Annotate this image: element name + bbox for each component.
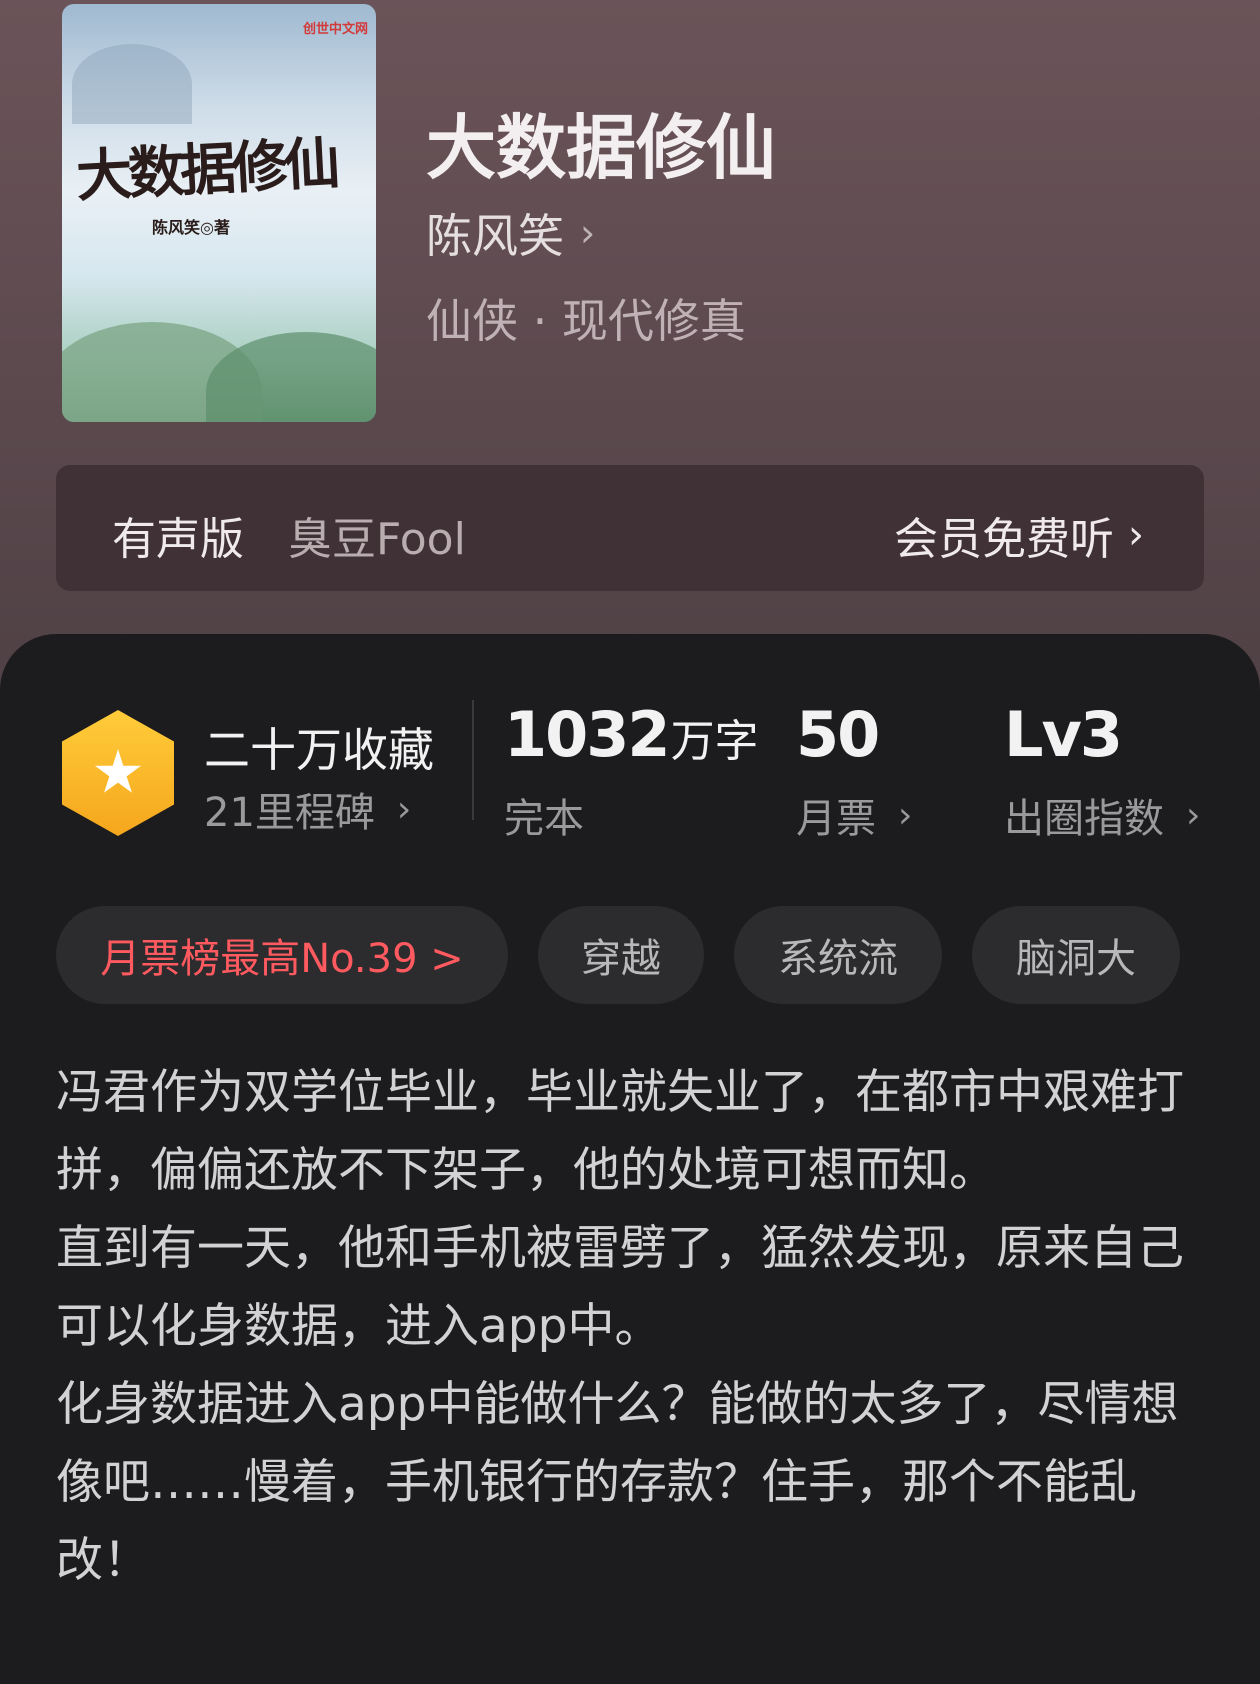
popularity-index-link[interactable]: 出圈指数 › [1004, 786, 1200, 844]
popularity-index-label: 出圈指数 [1004, 796, 1164, 842]
milestone-link[interactable]: 21里程碑 › [204, 780, 411, 838]
milestone-label: 21里程碑 [204, 790, 375, 836]
chevron-right-icon: › [1186, 794, 1201, 836]
popularity-level: Lv3 [1004, 698, 1123, 771]
tag-time-travel[interactable]: 穿越 [538, 906, 704, 1004]
collection-count: 二十万收藏 [204, 723, 434, 777]
monthly-votes-value: 50 [796, 698, 880, 771]
synopsis-paragraph: 化身数据进入app中能做什么？能做的太多了，尽情想像吧……慢着，手机银行的存款？… [56, 1377, 1179, 1588]
popularity-level-value: Lv3 [1004, 698, 1123, 771]
free-listen-label: 会员免费听 [894, 514, 1114, 565]
monthly-votes-label: 月票 [796, 796, 876, 842]
cover-publisher-logo: 创世中文网 [302, 22, 368, 37]
chevron-right-icon: › [580, 211, 596, 255]
tag-imaginative[interactable]: 脑洞大 [972, 906, 1180, 1004]
book-synopsis[interactable]: 冯君作为双学位毕业，毕业就失业了，在都市中艰难打拼，偏偏还放不下架子，他的处境可… [56, 1054, 1216, 1600]
audio-narrator: 臭豆Fool [288, 514, 466, 565]
monthly-votes: 50 [796, 698, 880, 771]
hexagon-badge-icon [62, 710, 174, 836]
book-genre: 仙侠 · 现代修真 [426, 294, 746, 348]
chevron-right-icon: › [1128, 512, 1144, 558]
monthly-votes-link[interactable]: 月票 › [796, 786, 912, 844]
milestone-badge[interactable] [62, 710, 174, 836]
book-cover[interactable]: 创世中文网 大数据修仙 陈风笑◎著 [62, 4, 376, 422]
star-icon [94, 749, 142, 793]
free-listen-link[interactable]: 会员免费听 › [894, 503, 1144, 567]
author-link[interactable]: 陈风笑 › [426, 200, 595, 266]
cover-title: 大数据修仙 [74, 130, 338, 210]
detail-panel: 二十万收藏 21里程碑 › 1032万字 完本 50 月票 › Lv3 出圈指数… [0, 634, 1260, 1684]
book-title: 大数据修仙 [426, 107, 776, 189]
chevron-right-icon: › [396, 788, 412, 830]
word-count-unit: 万字 [670, 716, 759, 767]
completion-status: 完本 [504, 796, 584, 842]
word-count: 1032万字 [504, 698, 759, 771]
cover-mountain [72, 44, 192, 124]
synopsis-paragraph: 直到有一天，他和手机被雷劈了，猛然发现，原来自己可以化身数据，进入app中。 [56, 1221, 1184, 1354]
chevron-right-icon: › [898, 794, 913, 836]
audio-label: 有声版 [112, 514, 244, 565]
word-count-value: 1032 [504, 698, 671, 771]
tag-ranking[interactable]: 月票榜最高No.39 > [56, 906, 508, 1004]
cover-author: 陈风笑◎著 [152, 218, 230, 237]
audio-version-bar[interactable]: 有声版 臭豆Fool 会员免费听 › [56, 465, 1204, 591]
divider [472, 700, 474, 820]
book-header: 创世中文网 大数据修仙 陈风笑◎著 大数据修仙 陈风笑 › 仙侠 · 现代修真 … [0, 0, 1260, 700]
synopsis-paragraph: 冯君作为双学位毕业，毕业就失业了，在都市中艰难打拼，偏偏还放不下架子，他的处境可… [56, 1065, 1184, 1198]
author-name: 陈风笑 [426, 209, 564, 263]
tag-system[interactable]: 系统流 [734, 906, 942, 1004]
